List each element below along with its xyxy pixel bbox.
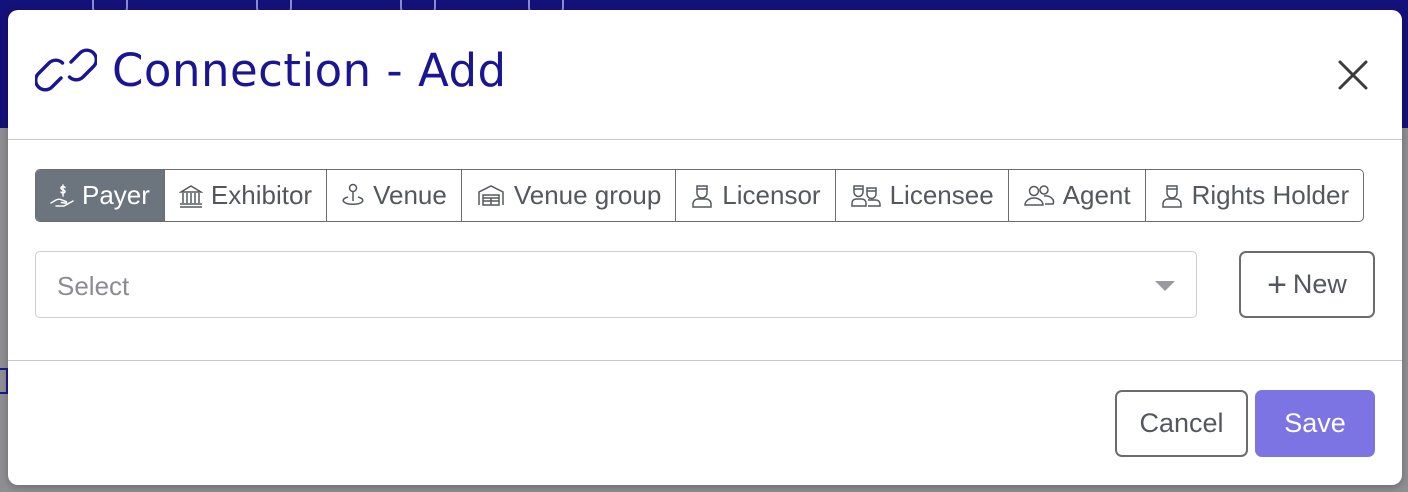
tab-payer[interactable]: Payer [36,170,165,221]
tab-label: Licensor [722,180,821,210]
tab-licensor[interactable]: Licensor [676,170,836,221]
tab-label: Rights Holder [1191,180,1350,210]
select-placeholder: Select [57,271,130,301]
cancel-button[interactable]: Cancel [1115,390,1248,457]
tab-label: Licensee [889,180,994,210]
location-person-icon [342,183,364,205]
tab-licensee[interactable]: Licensee [836,170,1009,221]
close-icon[interactable] [1334,56,1372,94]
tab-rights-holder[interactable]: Rights Holder [1146,170,1364,221]
tab-venue-group[interactable]: Venue group [462,170,677,221]
modal-body: Payer Exhibitor Venue Venue group Licens… [8,141,1402,361]
background-app-fragment [0,368,8,394]
plus-icon: + [1267,265,1287,304]
tab-agent[interactable]: Agent [1009,170,1146,221]
warehouse-icon [478,184,504,206]
tab-label: Agent [1062,180,1131,210]
modal-footer: Cancel Save [8,362,1402,485]
tab-label: Venue group [513,180,662,210]
entity-type-tabs: Payer Exhibitor Venue Venue group Licens… [35,169,1365,222]
tab-venue[interactable]: Venue [327,170,462,221]
save-button[interactable]: Save [1255,390,1375,457]
new-button[interactable]: + New [1239,251,1375,318]
modal-title: Connection - Add [112,44,507,97]
people-badge-icon [850,184,881,207]
tab-label: Venue [373,180,447,210]
person-badge-icon [692,184,713,208]
hand-money-icon [50,183,74,207]
caret-down-icon [1155,281,1175,291]
link-icon [35,48,97,92]
connection-add-modal: Connection - Add Payer Exhibitor Venue V… [8,10,1402,485]
modal-header: Connection - Add [8,10,1402,140]
bank-icon [178,184,203,208]
users-icon [1023,184,1054,206]
person-badge-icon [1161,184,1182,208]
tab-label: Payer [82,180,150,210]
new-button-label: New [1292,269,1347,299]
entity-select[interactable]: Select [35,251,1197,318]
tab-exhibitor[interactable]: Exhibitor [165,170,328,221]
tab-label: Exhibitor [210,180,313,210]
